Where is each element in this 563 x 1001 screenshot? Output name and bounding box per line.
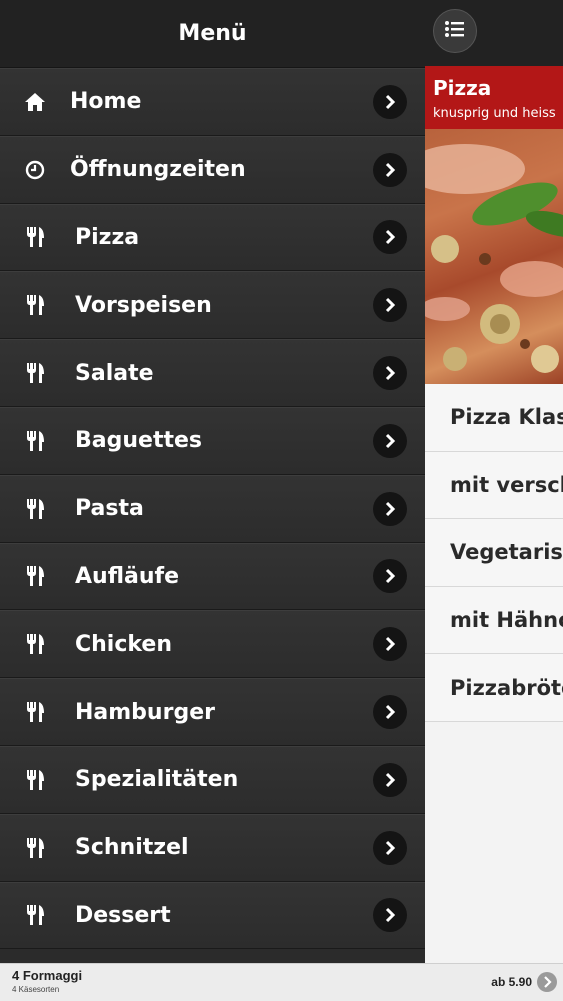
- menu-item-home[interactable]: Home: [0, 68, 425, 136]
- item-name: 4 Formaggi: [12, 968, 83, 983]
- menu-item-label: Home: [70, 89, 142, 115]
- clock-icon: [24, 159, 46, 181]
- chevron-right-icon: [373, 627, 407, 662]
- menu-item-spezialitaeten[interactable]: Spezialitäten: [0, 745, 425, 814]
- menu-item-label: Pizza: [75, 224, 140, 250]
- category-row[interactable]: Pizzabröte: [425, 654, 563, 722]
- chevron-right-icon: [373, 695, 407, 730]
- menu-item-hamburger[interactable]: Hamburger: [0, 678, 425, 746]
- menu-toggle-button[interactable]: [433, 9, 477, 53]
- chevron-right-icon: [373, 423, 407, 458]
- cutlery-icon: [24, 226, 46, 248]
- chevron-right-icon: [373, 356, 407, 391]
- category-row[interactable]: mit versch: [425, 451, 563, 520]
- menu-item-label: Chicken: [75, 631, 173, 657]
- list-icon: [444, 20, 466, 43]
- menu-item-pizza[interactable]: Pizza: [0, 203, 425, 272]
- chevron-right-icon: [373, 84, 407, 119]
- chevron-right-icon: [373, 559, 407, 594]
- menu-item-opening-hours[interactable]: Öffnungzeiten: [0, 135, 425, 204]
- chevron-right-icon: [373, 288, 407, 323]
- cutlery-icon: [24, 565, 46, 587]
- menu-item-chicken[interactable]: Chicken: [0, 610, 425, 679]
- category-label: Pizza Klas: [450, 405, 563, 430]
- cutlery-icon: [24, 769, 46, 791]
- chevron-right-icon: [373, 491, 407, 526]
- side-menu: Menü Home Öffnungzeiten Pizza Vorspeisen…: [0, 0, 425, 963]
- menu-item-salate[interactable]: Salate: [0, 339, 425, 407]
- top-bar: [425, 0, 563, 66]
- side-menu-header: Menü: [0, 0, 425, 68]
- cutlery-icon: [24, 633, 46, 655]
- cutlery-icon: [24, 904, 46, 926]
- category-label: mit versch: [450, 472, 563, 497]
- menu-item-label: Spezialitäten: [75, 767, 239, 793]
- banner-subtitle: knusprig und heiss: [433, 106, 556, 121]
- cutlery-icon: [24, 430, 46, 452]
- chevron-right-icon: [373, 762, 407, 797]
- cutlery-icon: [24, 362, 46, 384]
- menu-item-label: Öffnungzeiten: [70, 157, 246, 183]
- menu-item-label: Salate: [75, 360, 154, 386]
- cutlery-icon: [24, 701, 46, 723]
- menu-item-schnitzel[interactable]: Schnitzel: [0, 813, 425, 882]
- category-row[interactable]: Pizza Klas: [425, 384, 563, 452]
- side-menu-title: Menü: [178, 21, 247, 46]
- menu-item-label: Aufläufe: [75, 563, 179, 589]
- chevron-right-icon: [373, 898, 407, 933]
- menu-item-label: Dessert: [75, 902, 171, 928]
- chevron-right-icon: [373, 220, 407, 255]
- menu-item-label: Pasta: [75, 496, 144, 522]
- content-panel: Pizza knusprig und heiss Pizza Klas mit …: [425, 0, 563, 963]
- category-label: Pizzabröte: [450, 675, 563, 700]
- banner-title: Pizza: [433, 76, 492, 100]
- cutlery-icon: [24, 294, 46, 316]
- menu-item-label: Schnitzel: [75, 835, 189, 861]
- chevron-right-icon: [373, 830, 407, 865]
- category-row[interactable]: Vegetarisc: [425, 519, 563, 587]
- chevron-right-icon: [373, 152, 407, 187]
- category-label: Vegetarisc: [450, 540, 563, 565]
- menu-item-baguettes[interactable]: Baguettes: [0, 406, 425, 475]
- menu-item-dessert[interactable]: Dessert: [0, 881, 425, 950]
- menu-item-label: Baguettes: [75, 428, 202, 454]
- item-description: 4 Käsesorten: [12, 985, 60, 994]
- home-icon: [24, 91, 46, 113]
- menu-item-auflaeufe[interactable]: Aufläufe: [0, 542, 425, 611]
- cutlery-icon: [24, 837, 46, 859]
- cutlery-icon: [24, 498, 46, 520]
- bottom-item-bar[interactable]: 4 Formaggi 4 Käsesorten ab 5.90: [0, 963, 563, 1001]
- menu-item-label: Hamburger: [75, 699, 215, 725]
- pizza-photo: [425, 129, 563, 384]
- menu-item-label: Vorspeisen: [75, 292, 212, 318]
- category-row[interactable]: mit Hähnc: [425, 586, 563, 655]
- chevron-right-icon[interactable]: [537, 972, 557, 992]
- category-banner: Pizza knusprig und heiss: [425, 66, 563, 129]
- menu-item-pasta[interactable]: Pasta: [0, 474, 425, 543]
- category-label: mit Hähnc: [450, 608, 563, 633]
- menu-item-vorspeisen[interactable]: Vorspeisen: [0, 271, 425, 340]
- item-price: ab 5.90: [491, 975, 532, 989]
